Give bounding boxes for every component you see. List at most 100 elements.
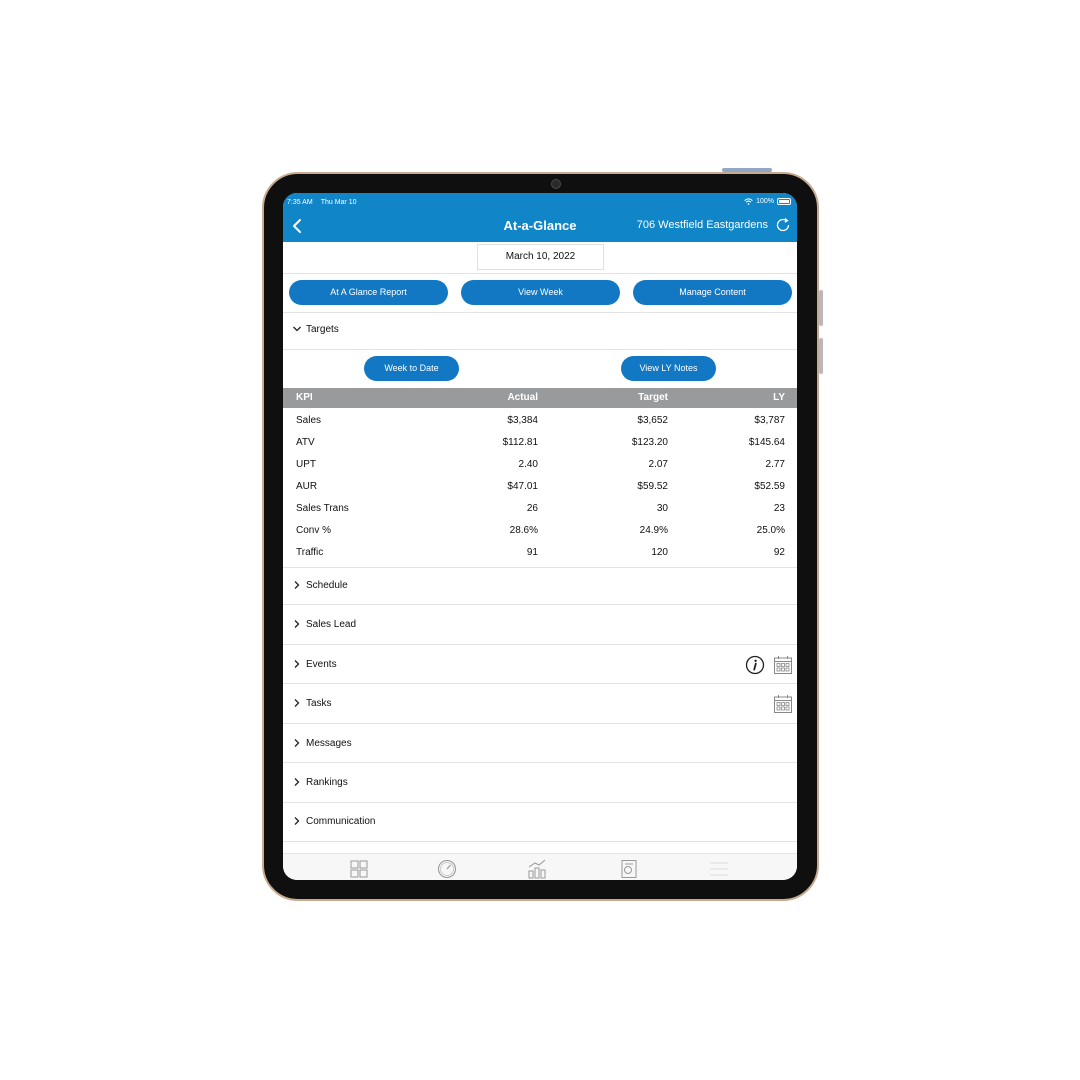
kpi-target: 120	[651, 547, 668, 558]
kpi-table-header: KPI Actual Target LY	[283, 388, 797, 408]
manage-content-button[interactable]: Manage Content	[633, 280, 792, 305]
section-communication[interactable]: Communication	[283, 803, 797, 841]
table-row: Sales $3,384 $3,652 $3,787	[283, 410, 797, 432]
table-row: AUR $47.01 $59.52 $52.59	[283, 476, 797, 498]
kpi-actual: $112.81	[502, 437, 538, 448]
dashboard-icon[interactable]	[349, 859, 369, 879]
info-icon[interactable]	[745, 655, 765, 675]
kpi-target: $3,652	[637, 415, 668, 426]
status-bar: 7:35 AM Thu Mar 10	[287, 199, 356, 206]
status-date: Thu Mar 10	[320, 199, 357, 206]
kpi-target: $59.52	[637, 481, 668, 492]
section-label: Tasks	[306, 698, 332, 709]
chevron-right-icon	[294, 620, 300, 628]
kpi-target: 2.07	[648, 459, 668, 470]
kpi-target: $123.20	[631, 437, 668, 448]
chevron-right-icon	[294, 739, 300, 747]
week-to-date-button[interactable]: Week to Date	[364, 356, 459, 381]
divider	[283, 683, 797, 684]
chevron-right-icon	[294, 699, 300, 707]
store-name[interactable]: 706 Westfield Eastgardens	[637, 219, 768, 231]
kpi-actual: 28.6%	[509, 525, 538, 536]
divider	[283, 762, 797, 763]
divider	[283, 349, 797, 350]
camera	[551, 179, 561, 189]
kpi-ly: 92	[773, 547, 785, 558]
section-schedule[interactable]: Schedule	[283, 567, 797, 605]
kpi-name: Conv %	[296, 525, 332, 536]
tab-bar	[283, 853, 797, 880]
table-row: UPT 2.40 2.07 2.77	[283, 454, 797, 476]
divider	[283, 273, 797, 274]
section-sales-lead[interactable]: Sales Lead	[283, 606, 797, 644]
column-header: KPI	[296, 392, 313, 403]
wifi-icon	[744, 198, 753, 205]
kpi-actual: 91	[526, 547, 538, 558]
at-a-glance-report-button[interactable]: At A Glance Report	[289, 280, 448, 305]
section-label: Rankings	[306, 777, 348, 788]
kpi-name: UPT	[296, 459, 316, 470]
table-row: Conv % 28.6% 24.9% 25.0%	[283, 520, 797, 542]
table-row: Traffic 91 120 92	[283, 542, 797, 564]
report-icon[interactable]	[619, 859, 639, 879]
chevron-right-icon	[294, 660, 300, 668]
section-rankings[interactable]: Rankings	[283, 764, 797, 802]
chevron-right-icon	[294, 778, 300, 786]
refresh-icon[interactable]	[775, 217, 791, 233]
section-events[interactable]: Events	[283, 646, 797, 684]
menu-icon[interactable]	[709, 859, 729, 879]
kpi-ly: $145.64	[748, 437, 785, 448]
kpi-actual: 2.40	[518, 459, 538, 470]
divider	[283, 841, 797, 842]
column-header: LY	[773, 392, 785, 403]
section-label: Events	[306, 659, 337, 670]
view-week-button[interactable]: View Week	[461, 280, 620, 305]
status-right: 100%	[744, 198, 791, 205]
kpi-name: AUR	[296, 481, 318, 492]
column-header: Target	[638, 392, 668, 403]
app-screen: 7:35 AM Thu Mar 10 100% At-a-Glance 706 W…	[283, 193, 797, 880]
section-label: Targets	[306, 324, 339, 335]
battery-icon	[777, 198, 791, 205]
battery-percent: 100%	[756, 198, 774, 205]
view-ly-notes-button[interactable]: View LY Notes	[621, 356, 716, 381]
section-messages[interactable]: Messages	[283, 725, 797, 763]
section-label: Sales Lead	[306, 619, 357, 630]
device-volume-up	[819, 290, 823, 326]
section-label: Messages	[306, 738, 352, 749]
gauge-icon[interactable]	[437, 859, 457, 879]
divider	[283, 644, 797, 645]
status-time: 7:35 AM	[287, 199, 313, 206]
calendar-icon[interactable]	[773, 655, 793, 675]
kpi-name: Sales	[296, 415, 322, 426]
kpi-name: Traffic	[296, 547, 324, 558]
kpi-target: 24.9%	[639, 525, 668, 536]
table-row: Sales Trans 26 30 23	[283, 498, 797, 520]
kpi-actual: $47.01	[507, 481, 538, 492]
device-volume-down	[819, 338, 823, 374]
section-targets[interactable]: Targets	[283, 311, 797, 349]
kpi-ly: $52.59	[754, 481, 785, 492]
section-tasks[interactable]: Tasks	[283, 685, 797, 723]
section-label: Communication	[306, 816, 376, 827]
kpi-ly: 2.77	[765, 459, 785, 470]
divider	[283, 604, 797, 605]
kpi-name: Sales Trans	[296, 503, 349, 514]
chart-icon[interactable]	[527, 859, 547, 879]
kpi-ly: 25.0%	[756, 525, 785, 536]
kpi-actual: 26	[526, 503, 538, 514]
table-row: ATV $112.81 $123.20 $145.64	[283, 432, 797, 454]
kpi-actual: $3,384	[507, 415, 538, 426]
date-selector[interactable]: March 10, 2022	[477, 244, 604, 270]
app-header: 7:35 AM Thu Mar 10 100% At-a-Glance 706 W…	[283, 193, 797, 242]
section-label: Schedule	[306, 580, 348, 591]
column-header: Actual	[507, 392, 538, 403]
calendar-icon[interactable]	[773, 694, 793, 714]
kpi-ly: 23	[773, 503, 785, 514]
divider	[283, 723, 797, 724]
kpi-name: ATV	[296, 437, 315, 448]
chevron-right-icon	[294, 817, 300, 825]
kpi-ly: $3,787	[754, 415, 785, 426]
chevron-right-icon	[294, 581, 300, 589]
kpi-target: 30	[656, 503, 668, 514]
